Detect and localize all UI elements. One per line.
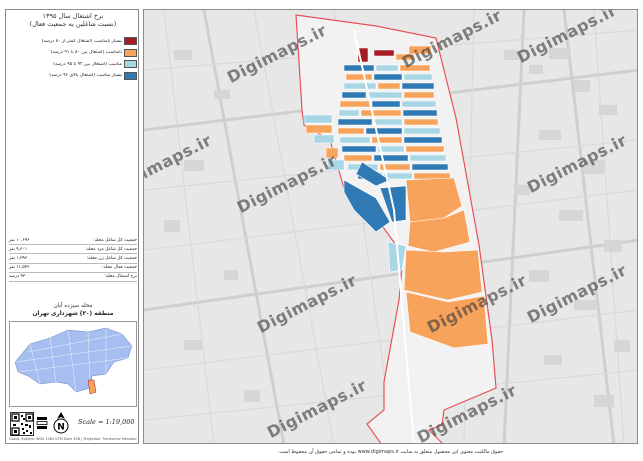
stat-label: جمعیت کل شاغل زن محله: bbox=[86, 255, 137, 261]
legend-swatch bbox=[124, 71, 137, 80]
stat-label: جمعیت کل شاغل مرد محله: bbox=[85, 246, 137, 252]
legend-item: مناسب (اشتغال بین ۹۲ تا ۹۵ درصد) bbox=[9, 59, 137, 70]
legend-label: بسیار نامناسب (اشتغال کمتر از ۸۰ درصد) bbox=[41, 38, 122, 44]
qr-code-icon bbox=[10, 412, 34, 436]
stat-value: ۱۱,۵۴۲ نفر bbox=[9, 265, 30, 271]
north-label: N bbox=[57, 423, 65, 433]
legend-label: نامناسب (اشتغال بین ۸۰ تا ۹۱ درصد) bbox=[50, 50, 122, 56]
stat-row: جمعیت فعال محله: ۱۱,۵۴۲ نفر bbox=[9, 264, 137, 273]
map-title-line2: (نسبت شاغلین به جمعیت فعال) bbox=[29, 20, 117, 28]
inset-map[interactable] bbox=[9, 321, 137, 407]
legend-item: نامناسب (اشتغال بین ۸۰ تا ۹۱ درصد) bbox=[9, 48, 137, 59]
legend-item: بسیار مناسب (اشتغال بالای ۹۶ درصد) bbox=[9, 71, 137, 82]
legend-label: مناسب (اشتغال بین ۹۲ تا ۹۵ درصد) bbox=[53, 61, 122, 67]
stat-value: ۱۰,۶۹۶ نفر bbox=[9, 237, 30, 243]
scale-label: Scale = 1:19,000 bbox=[78, 418, 135, 426]
north-arrow-icon: N bbox=[50, 411, 72, 435]
map-frame: Digimaps.ir Digimaps.ir Digimaps.ir Digi… bbox=[0, 0, 643, 461]
stat-row: جمعیت کل شاغل زن محله: ۱,۳۹۶ نفر bbox=[9, 254, 137, 264]
map-sidebar: نرخ اشتغال سال ۱۳۹۵ (نسبت شاغلین به جمعی… bbox=[5, 9, 139, 444]
stat-label: نرخ اشتغال محله: bbox=[104, 274, 137, 280]
legend-swatch bbox=[124, 60, 137, 69]
stat-row: جمعیت کل شاغل محله: ۱۰,۶۹۶ نفر bbox=[9, 236, 137, 246]
stat-row: جمعیت کل شاغل مرد محله: ۹,۳۰۱ نفر bbox=[9, 245, 137, 255]
map-title-line1: نرخ اشتغال سال ۱۳۹۵ bbox=[42, 12, 104, 20]
copyright-note: حقوق مالکیت معنوی این محصول متعلق به سای… bbox=[277, 449, 504, 455]
district-name: منطقه (۲۰) شهرداری تهران bbox=[32, 311, 114, 317]
stats-table: جمعیت کل شاغل محله: ۱۰,۶۹۶ نفر جمعیت کل … bbox=[9, 236, 137, 282]
legend: بسیار نامناسب (اشتغال کمتر از ۸۰ درصد) ن… bbox=[9, 36, 137, 82]
legend-swatch bbox=[124, 48, 137, 57]
stat-label: جمعیت کل شاغل محله: bbox=[93, 237, 137, 243]
main-map[interactable]: Digimaps.ir Digimaps.ir Digimaps.ir Digi… bbox=[143, 9, 638, 444]
district-label: محله سیزده آبان منطقه (۲۰) شهرداری تهران bbox=[6, 302, 140, 318]
neighborhood-name: محله سیزده آبان bbox=[53, 303, 93, 309]
stat-label: جمعیت فعال محله: bbox=[101, 265, 137, 271]
stat-value: ۱,۳۹۶ نفر bbox=[9, 255, 28, 261]
stat-row: نرخ اشتغال محله: ۹۳ درصد bbox=[9, 273, 137, 282]
stat-value: ۹,۳۰۱ نفر bbox=[9, 246, 28, 252]
map-canvas bbox=[144, 10, 637, 443]
stat-value: ۹۳ درصد bbox=[9, 274, 26, 280]
scale-bar-icon bbox=[36, 415, 48, 429]
legend-item: بسیار نامناسب (اشتغال کمتر از ۸۰ درصد) bbox=[9, 36, 137, 47]
legend-swatch bbox=[124, 37, 137, 46]
inset-canvas bbox=[14, 327, 133, 395]
map-title: نرخ اشتغال سال ۱۳۹۵ (نسبت شاغلین به جمعی… bbox=[6, 12, 140, 28]
coordinate-note: Coord. System: WGS 1984 UTM Zone 39N | P… bbox=[9, 437, 137, 441]
legend-label: بسیار مناسب (اشتغال بالای ۹۶ درصد) bbox=[49, 73, 122, 79]
